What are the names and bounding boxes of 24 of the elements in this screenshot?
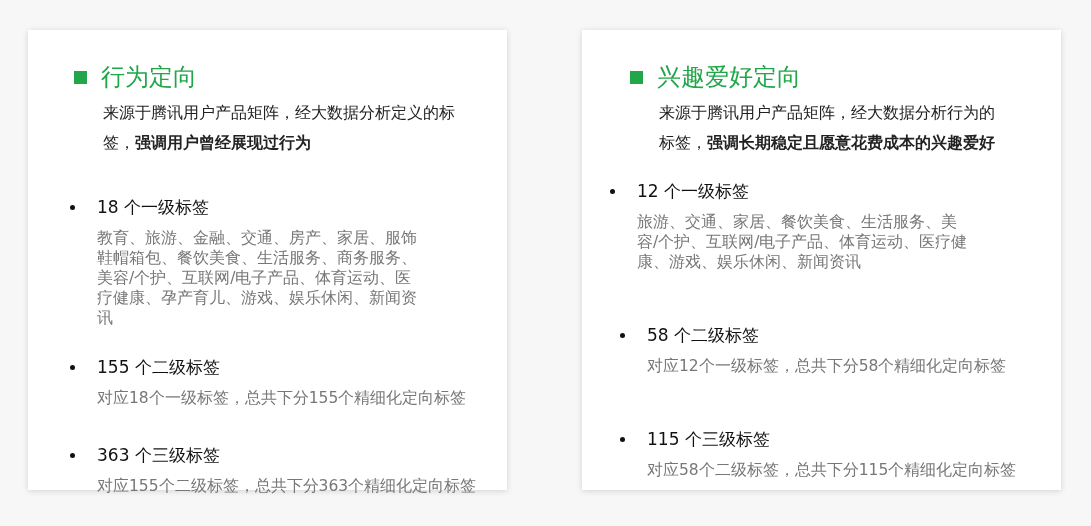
bullet-icon [620, 436, 625, 442]
bullet-icon [610, 188, 615, 194]
square-icon [74, 70, 87, 84]
bullet-icon [620, 332, 625, 338]
description-text: 来源于腾讯用户产品矩阵，经大数据分析行为的标签，强调长期稳定且愿意花费成本的兴趣爱好 [659, 103, 996, 154]
bullet-icon [70, 364, 75, 370]
tier-heading: 12 个一级标签 [637, 180, 750, 203]
square-icon [630, 70, 643, 84]
card-title: 兴趣爱好定向 [657, 62, 801, 92]
tier-detail: 对应155个二级标签，总共下分363个精细化定向标签 [97, 476, 478, 496]
tier-detail: 旅游、交通、家居、餐饮美食、生活服务、美容/个护、互联网/电子产品、体育运动、医疗健康、游戏、娱乐休闲、新闻资讯 [637, 212, 969, 272]
tier-detail: 教育、旅游、金融、交通、房产、家居、服饰鞋帽箱包、餐饮美食、生活服务、商务服务、美容/个护、互联网/电子产品、体育运动、医疗健康、孕产育儿、游戏、娱乐休闲、新闻资讯 [97, 228, 418, 328]
card-title: 行为定向 [101, 62, 197, 92]
tier-heading: 363 个三级标签 [97, 444, 220, 467]
tier-heading: 115 个三级标签 [647, 428, 770, 451]
tier-heading: 18 个一级标签 [97, 196, 210, 219]
tier-detail: 对应12个一级标签，总共下分58个精细化定向标签 [647, 356, 1008, 376]
tier-detail: 对应18个一级标签，总共下分155个精细化定向标签 [97, 388, 468, 408]
description-text: 来源于腾讯用户产品矩阵，经大数据分析定义的标签，强调用户曾经展现过行为 [103, 103, 456, 154]
bullet-icon [70, 452, 75, 458]
tier-heading: 155 个二级标签 [97, 356, 220, 379]
tier-detail: 对应58个二级标签，总共下分115个精细化定向标签 [647, 460, 1018, 480]
bullet-icon [70, 204, 75, 210]
tier-heading: 58 个二级标签 [647, 324, 760, 347]
